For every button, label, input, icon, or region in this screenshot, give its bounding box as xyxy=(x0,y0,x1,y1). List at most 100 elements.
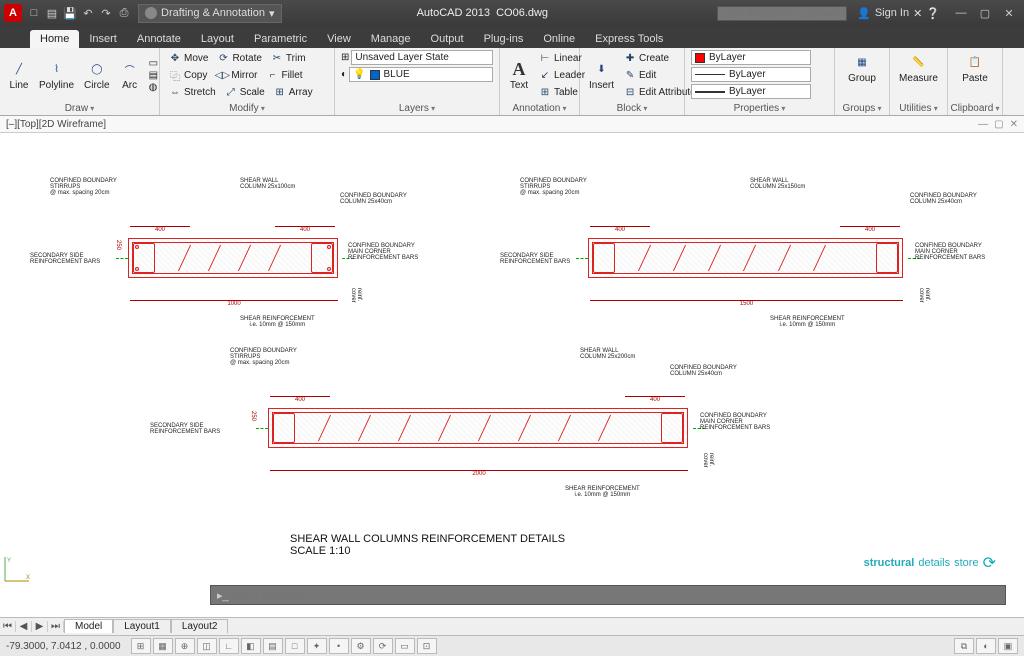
rect-icon[interactable]: ▭ xyxy=(149,58,158,69)
dim-400: 400 xyxy=(275,226,335,233)
exchange-icon[interactable]: ✕ xyxy=(913,7,922,20)
rotate-button[interactable]: ⟳Rotate xyxy=(214,50,263,66)
array-button[interactable]: ⊞Array xyxy=(271,84,315,100)
sb-ducs[interactable]: □ xyxy=(285,638,305,654)
panel-clipboard-title[interactable]: Clipboard xyxy=(948,103,1002,114)
tab-parametric[interactable]: Parametric xyxy=(244,30,317,48)
workspace-switcher[interactable]: Drafting & Annotation ▾ xyxy=(138,4,282,23)
sb-lwt[interactable]: • xyxy=(329,638,349,654)
command-input[interactable] xyxy=(229,590,999,601)
lw-sample xyxy=(695,91,725,93)
user-panel[interactable]: 👤 Sign In ✕ ❔ xyxy=(857,7,940,20)
green-mark xyxy=(256,428,268,429)
group-button[interactable]: ▦Group xyxy=(841,50,883,86)
search-input[interactable] xyxy=(717,6,847,21)
tab-annotate[interactable]: Annotate xyxy=(127,30,191,48)
panel-draw-title[interactable]: Draw xyxy=(0,103,159,114)
tab-last-icon[interactable]: ⏭ xyxy=(48,621,64,632)
panel-groups-title[interactable]: Groups xyxy=(835,103,889,114)
sb-dyn[interactable]: ✦ xyxy=(307,638,327,654)
measure-button[interactable]: 📏Measure xyxy=(896,50,941,86)
text-button[interactable]: AText xyxy=(506,57,532,93)
vp-max-icon[interactable]: ▢ xyxy=(994,119,1003,130)
tab-insert[interactable]: Insert xyxy=(79,30,127,48)
vp-close-icon[interactable]: ✕ xyxy=(1010,119,1018,130)
sb-am[interactable]: ⊡ xyxy=(417,638,437,654)
help-icon[interactable]: ❔ xyxy=(926,7,940,20)
coords-readout[interactable]: -79.3000, 7.0412 , 0.0000 xyxy=(6,641,121,652)
infocenter-search[interactable] xyxy=(717,6,847,21)
layer-color-chip xyxy=(370,70,380,80)
command-line[interactable]: ▸_ xyxy=(210,585,1006,605)
sb-model[interactable]: ⧉ xyxy=(954,638,974,654)
qat-save-icon[interactable]: 💾 xyxy=(62,5,78,21)
tab-express[interactable]: Express Tools xyxy=(585,30,673,48)
qat-redo-icon[interactable]: ↷ xyxy=(98,5,114,21)
insert-button[interactable]: ⬇Insert xyxy=(586,57,617,93)
drawing-area[interactable]: 400 400 250 1000 CONFINED BOUNDARY STIRR… xyxy=(0,133,1024,617)
fillet-button[interactable]: ⌐Fillet xyxy=(263,67,304,83)
ellipse-icon[interactable]: ◍ xyxy=(149,82,158,93)
panel-annotation-title[interactable]: Annotation xyxy=(500,103,579,114)
tab-next-icon[interactable]: ▶ xyxy=(32,621,48,632)
lineweight-dropdown[interactable]: ByLayer xyxy=(691,84,811,99)
polyline-button[interactable]: ⌇Polyline xyxy=(36,57,77,93)
layerprops-icon[interactable]: ⊞ xyxy=(341,52,349,63)
tab-plugins[interactable]: Plug-ins xyxy=(474,30,534,48)
line-button[interactable]: ╱Line xyxy=(6,57,32,93)
qat-plot-icon[interactable]: ⎙ xyxy=(116,5,132,21)
panel-modify-title[interactable]: Modify xyxy=(160,103,334,114)
layout-tab-model[interactable]: Model xyxy=(64,619,113,633)
vp-min-icon[interactable]: — xyxy=(978,119,988,130)
sb-3dosnap[interactable]: ◧ xyxy=(241,638,261,654)
sb-grid[interactable]: ▦ xyxy=(153,638,173,654)
sb-tpy[interactable]: ⚙ xyxy=(351,638,371,654)
arc-button[interactable]: ⌒Arc xyxy=(117,57,143,93)
tab-prev-icon[interactable]: ◀ xyxy=(16,621,32,632)
qat-open-icon[interactable]: ▤ xyxy=(44,5,60,21)
tab-output[interactable]: Output xyxy=(421,30,474,48)
panel-block-title[interactable]: Block xyxy=(580,103,684,114)
scale-button[interactable]: ⤢Scale xyxy=(222,84,267,100)
panel-layers-title[interactable]: Layers xyxy=(335,103,499,114)
layeriso-icon[interactable]: ◐ xyxy=(341,69,347,80)
sb-anno[interactable]: ◐ xyxy=(976,638,996,654)
tab-layout[interactable]: Layout xyxy=(191,30,244,48)
layout-tab-1[interactable]: Layout1 xyxy=(113,619,171,633)
panel-utilities-title[interactable]: Utilities xyxy=(890,103,947,114)
move-button[interactable]: ✥Move xyxy=(166,50,210,66)
layout-tab-2[interactable]: Layout2 xyxy=(171,619,229,633)
panel-properties-title[interactable]: Properties xyxy=(685,103,834,114)
close-button[interactable]: ✕ xyxy=(998,5,1020,21)
sb-otrack[interactable]: ▤ xyxy=(263,638,283,654)
qat-new-icon[interactable]: □ xyxy=(26,5,42,21)
viewport-label[interactable]: [–][Top][2D Wireframe] xyxy=(6,119,106,130)
tab-manage[interactable]: Manage xyxy=(361,30,421,48)
qat-undo-icon[interactable]: ↶ xyxy=(80,5,96,21)
trim-button[interactable]: ✂Trim xyxy=(268,50,308,66)
sb-sc[interactable]: ▭ xyxy=(395,638,415,654)
sb-osnap[interactable]: ∟ xyxy=(219,638,239,654)
layer-state-dropdown[interactable]: Unsaved Layer State xyxy=(351,50,493,65)
mirror-button[interactable]: ◁▷Mirror xyxy=(213,67,259,83)
stretch-button[interactable]: ⇔Stretch xyxy=(166,84,218,100)
tab-first-icon[interactable]: ⏮ xyxy=(0,621,16,632)
linetype-dropdown[interactable]: ByLayer xyxy=(691,67,811,82)
sb-polar[interactable]: ◫ xyxy=(197,638,217,654)
sb-qp[interactable]: ⟳ xyxy=(373,638,393,654)
app-logo[interactable]: A xyxy=(4,4,22,22)
minimize-button[interactable]: — xyxy=(950,5,972,21)
color-dropdown[interactable]: ByLayer xyxy=(691,50,811,65)
sb-ws[interactable]: ▣ xyxy=(998,638,1018,654)
copy-button[interactable]: ⿻Copy xyxy=(166,67,209,83)
circle-button[interactable]: ◯Circle xyxy=(81,57,113,93)
sb-ortho[interactable]: ⊕ xyxy=(175,638,195,654)
sb-snap[interactable]: ⊞ xyxy=(131,638,151,654)
paste-button[interactable]: 📋Paste xyxy=(954,50,996,86)
tab-online[interactable]: Online xyxy=(533,30,585,48)
tab-view[interactable]: View xyxy=(317,30,361,48)
maximize-button[interactable]: ▢ xyxy=(974,5,996,21)
hatch-icon[interactable]: ▤ xyxy=(149,70,158,81)
tab-home[interactable]: Home xyxy=(30,30,79,48)
layer-dropdown[interactable]: 💡 BLUE xyxy=(349,67,493,82)
